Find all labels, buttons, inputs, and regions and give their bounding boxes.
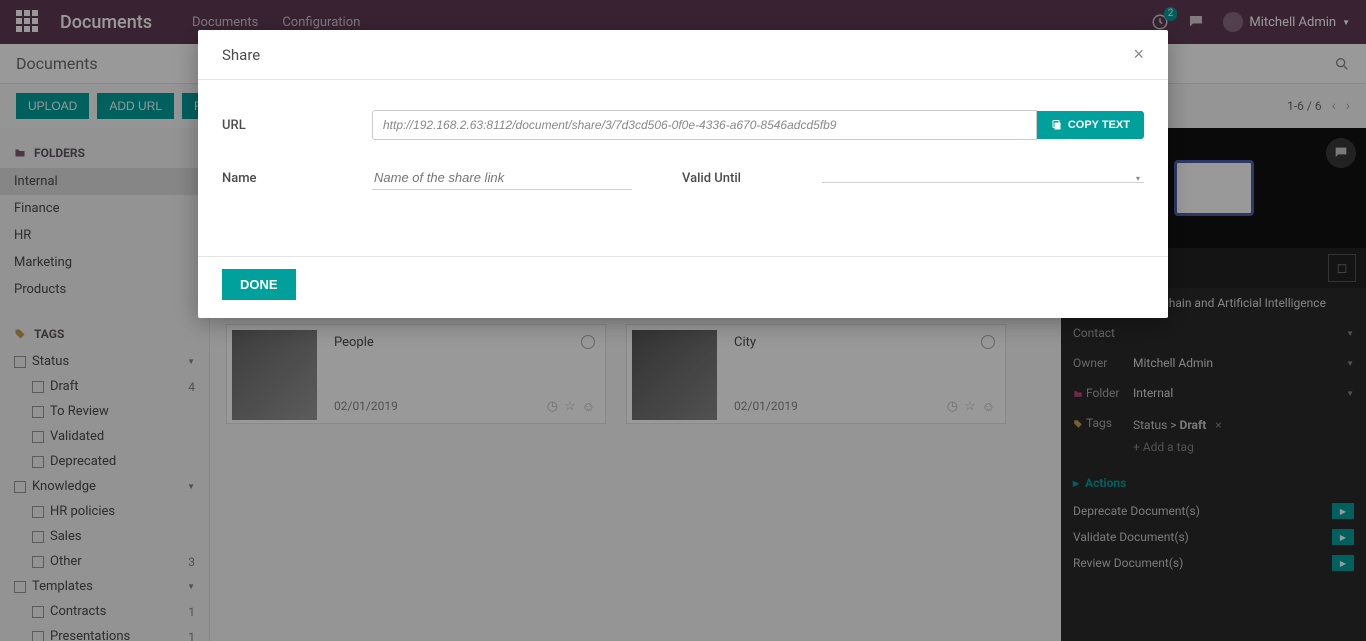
url-label: URL [222, 118, 372, 133]
modal-title: Share [222, 46, 1133, 64]
close-icon[interactable]: × [1133, 44, 1144, 65]
done-button[interactable]: DONE [222, 269, 296, 300]
name-input[interactable] [372, 166, 632, 190]
valid-until-input[interactable] [822, 174, 1144, 183]
share-modal: Share × URL COPY TEXT Name Valid Until D… [198, 30, 1168, 318]
valid-until-label: Valid Until [682, 171, 822, 186]
name-label: Name [222, 171, 372, 186]
copy-text-button[interactable]: COPY TEXT [1037, 111, 1144, 139]
url-input[interactable] [372, 110, 1037, 140]
